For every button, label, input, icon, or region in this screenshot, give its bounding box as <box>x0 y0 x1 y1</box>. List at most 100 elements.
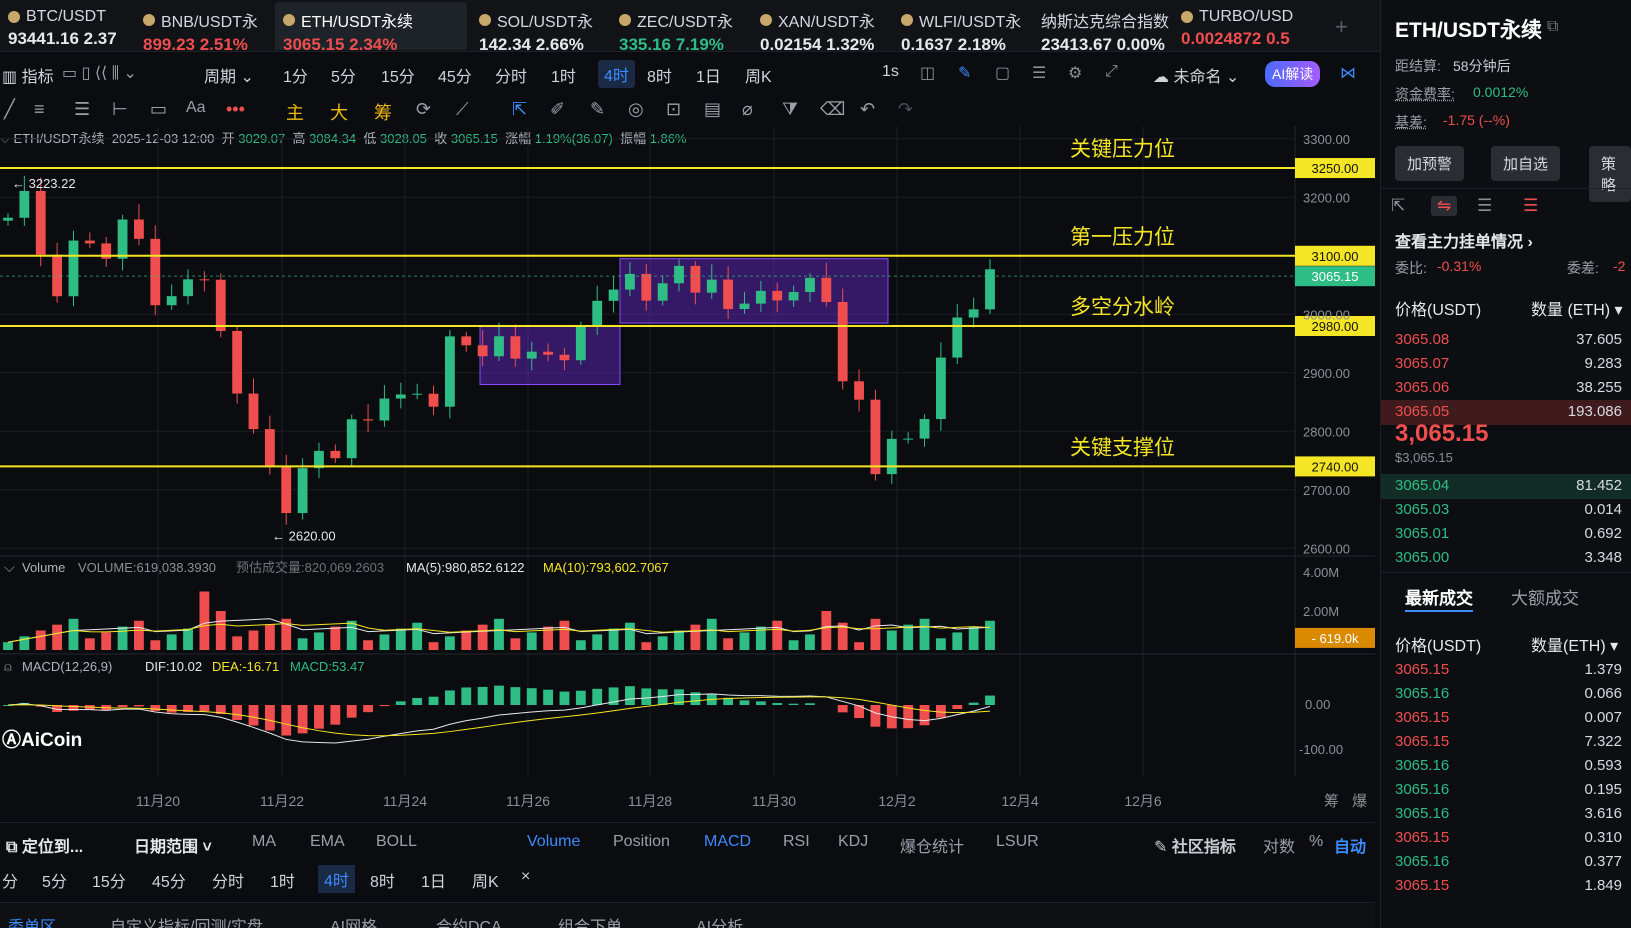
trash-icon[interactable]: ⌫ <box>820 99 845 120</box>
chip-button[interactable]: 筹 <box>374 99 392 125</box>
sub-indicator-5[interactable]: 爆仓统计 <box>900 833 964 857</box>
liquidation-corner-label[interactable]: 爆 <box>1352 793 1367 810</box>
interval-6[interactable]: 4时 <box>598 60 635 88</box>
main-indicator-boll[interactable]: BOLL <box>376 833 417 851</box>
ai-interpret-button[interactable]: AI解读 <box>1265 61 1320 87</box>
symbol-tab[interactable]: BNB/USDT永 899.23 2.51% <box>135 2 275 50</box>
tab-big-trades[interactable]: 大额成交 <box>1511 584 1579 609</box>
orderbook-view-icon[interactable]: ⇋ <box>1431 196 1457 216</box>
add-tab-button[interactable]: + <box>1335 14 1348 40</box>
orderbook-view-icon[interactable]: ☰ <box>1477 196 1492 216</box>
log-scale-button[interactable]: 对数 <box>1263 833 1295 857</box>
quick-interval-1[interactable]: 5分 <box>42 868 67 892</box>
compare-icon[interactable]: ⟳ <box>416 99 431 120</box>
community-indicator-button[interactable]: ✎ 社区指标 <box>1154 833 1236 857</box>
period-menu[interactable]: 周期 ⌄ <box>204 63 254 87</box>
add-watchlist-button[interactable]: 加自选 <box>1491 146 1560 181</box>
sub-indicator-4[interactable]: KDJ <box>838 833 868 851</box>
interval-3[interactable]: 45分 <box>438 63 472 87</box>
gear-icon[interactable]: ⚙ <box>1068 63 1082 83</box>
cursor-icon[interactable]: ⇱ <box>512 99 527 120</box>
bid-row[interactable]: 3065.04 81.452 <box>1381 474 1631 499</box>
interval-0[interactable]: 1分 <box>283 63 308 87</box>
sub-indicator-1[interactable]: Position <box>613 833 670 851</box>
interval-9[interactable]: 周K <box>745 63 772 87</box>
ask-row[interactable]: 3065.08 37.605 <box>1381 328 1631 353</box>
depth-link[interactable]: 查看主力挂单情况 › <box>1395 228 1533 252</box>
percent-scale-button[interactable]: % <box>1309 833 1323 851</box>
date-range-button[interactable]: 日期范围 ˅ <box>134 833 212 857</box>
measure-icon[interactable]: ⟋ <box>456 99 469 120</box>
seconds-button[interactable]: 1s <box>882 63 899 81</box>
symbol-tab[interactable]: ZEC/USDT永 335.16 7.19% <box>611 2 751 50</box>
ask-row[interactable]: 3065.06 38.255 <box>1381 376 1631 401</box>
interval-1[interactable]: 5分 <box>331 63 356 87</box>
symbol-tab[interactable]: XAN/USDT永 0.02154 1.32% <box>752 2 892 50</box>
symbol-tab[interactable]: TURBO/USD 0.0024872 0.5 <box>1173 2 1323 50</box>
camera-icon[interactable]: ◫ <box>920 63 935 83</box>
tab-latest-trades[interactable]: 最新成交 <box>1405 584 1473 609</box>
symbol-tab[interactable]: ETH/USDT永续 3065.15 2.34% <box>275 2 467 50</box>
quick-interval-9[interactable]: 周K <box>472 868 499 892</box>
undo-icon[interactable]: ↶ <box>860 99 875 120</box>
add-alert-button[interactable]: 加预警 <box>1395 146 1464 181</box>
line-tool-icon[interactable]: ╱ <box>4 99 15 120</box>
edit-icon[interactable]: ▤ <box>704 99 721 120</box>
sub-indicator-0[interactable]: Volume <box>527 833 580 851</box>
bell-icon[interactable]: ⍝ <box>4 659 12 674</box>
copy-icon[interactable]: ⧉ <box>1547 18 1558 36</box>
sub-indicator-6[interactable]: LSUR <box>996 833 1039 851</box>
panel-tab-5[interactable]: AI分析 <box>696 913 743 928</box>
indicator-menu[interactable]: ▥ 指标 <box>2 63 54 87</box>
panel-tab-0[interactable]: 委单区 <box>8 913 56 928</box>
quick-interval-4[interactable]: 分时 <box>212 868 244 892</box>
quick-interval-0[interactable]: 分 <box>2 868 18 892</box>
more-tools-icon[interactable]: ••• <box>226 99 245 120</box>
share-icon[interactable]: ⋈ <box>1340 63 1356 83</box>
main-indicator-ema[interactable]: EMA <box>310 833 345 851</box>
interval-7[interactable]: 8时 <box>647 63 672 87</box>
layout-icons[interactable]: ▭ ▯ ⟨⟨ ⫼ ⌄ <box>62 63 137 83</box>
panel-tab-2[interactable]: AI网格 <box>330 913 377 928</box>
panel-tab-3[interactable]: 合约DCA <box>436 913 502 928</box>
quick-interval-2[interactable]: 15分 <box>92 868 126 892</box>
magnet-icon[interactable]: ◎ <box>628 99 644 120</box>
interval-4[interactable]: 分时 <box>495 63 527 87</box>
locate-button[interactable]: ⧉ 定位到... <box>6 833 83 857</box>
list-icon[interactable]: ☰ <box>1032 63 1046 83</box>
brush-icon[interactable]: ✎ <box>590 99 605 120</box>
symbol-tab[interactable]: SOL/USDT永 142.34 2.66% <box>471 2 611 50</box>
bid-row[interactable]: 3065.00 3.348 <box>1381 546 1631 571</box>
quick-interval-8[interactable]: 1日 <box>421 868 446 892</box>
orderbook-view-icon[interactable]: ⇱ <box>1391 196 1405 216</box>
quick-interval-5[interactable]: 1时 <box>270 868 295 892</box>
text-tool-icon[interactable]: Aa <box>186 99 206 117</box>
channel-tool-icon[interactable]: ☰ <box>74 99 90 120</box>
template-select[interactable]: ☁ 未命名 ⌄ <box>1153 63 1239 87</box>
trade-col-qty[interactable]: 数量(ETH) ▾ <box>1531 632 1618 656</box>
redo-icon[interactable]: ↷ <box>898 99 913 120</box>
volume-collapse-icon[interactable]: ⌵ <box>4 559 15 575</box>
symbol-tab[interactable]: 纳斯达克综合指数 23413.67 0.00% <box>1033 2 1173 50</box>
sub-indicator-3[interactable]: RSI <box>783 833 810 851</box>
ruler-icon[interactable]: ✐ <box>550 99 565 120</box>
quick-interval-3[interactable]: 45分 <box>152 868 186 892</box>
filter-icon[interactable]: ⧩ <box>782 99 798 120</box>
fullscreen-icon[interactable]: ⤢ <box>1105 63 1118 81</box>
bid-row[interactable]: 3065.01 0.692 <box>1381 522 1631 547</box>
main-indicator-ma[interactable]: MA <box>252 833 276 851</box>
main-indicator-button[interactable]: 主 <box>286 99 304 125</box>
bid-row[interactable]: 3065.03 0.014 <box>1381 498 1631 523</box>
hline-tool-icon[interactable]: ⊢ <box>112 99 128 120</box>
sub-indicator-2[interactable]: MACD <box>704 833 751 851</box>
kline-chart[interactable]: ← 3223.22 ← 2620.00 关键压力位 3250.00 第一压力位 3100.… <box>0 126 1375 814</box>
rect-tool-icon[interactable]: ▭ <box>150 99 167 120</box>
panel-tab-4[interactable]: 组合下单 <box>558 913 622 928</box>
ask-row[interactable]: 3065.07 9.283 <box>1381 352 1631 377</box>
col-qty-header[interactable]: 数量 (ETH) ▾ <box>1531 296 1623 320</box>
interval-8[interactable]: 1日 <box>696 63 721 87</box>
auto-scale-button[interactable]: 自动 <box>1334 833 1366 857</box>
orderbook-view-icon[interactable]: ☰ <box>1523 196 1538 216</box>
symbol-tab[interactable]: WLFI/USDT永 0.1637 2.18% <box>893 2 1033 50</box>
comment-icon[interactable]: ▢ <box>995 63 1010 83</box>
